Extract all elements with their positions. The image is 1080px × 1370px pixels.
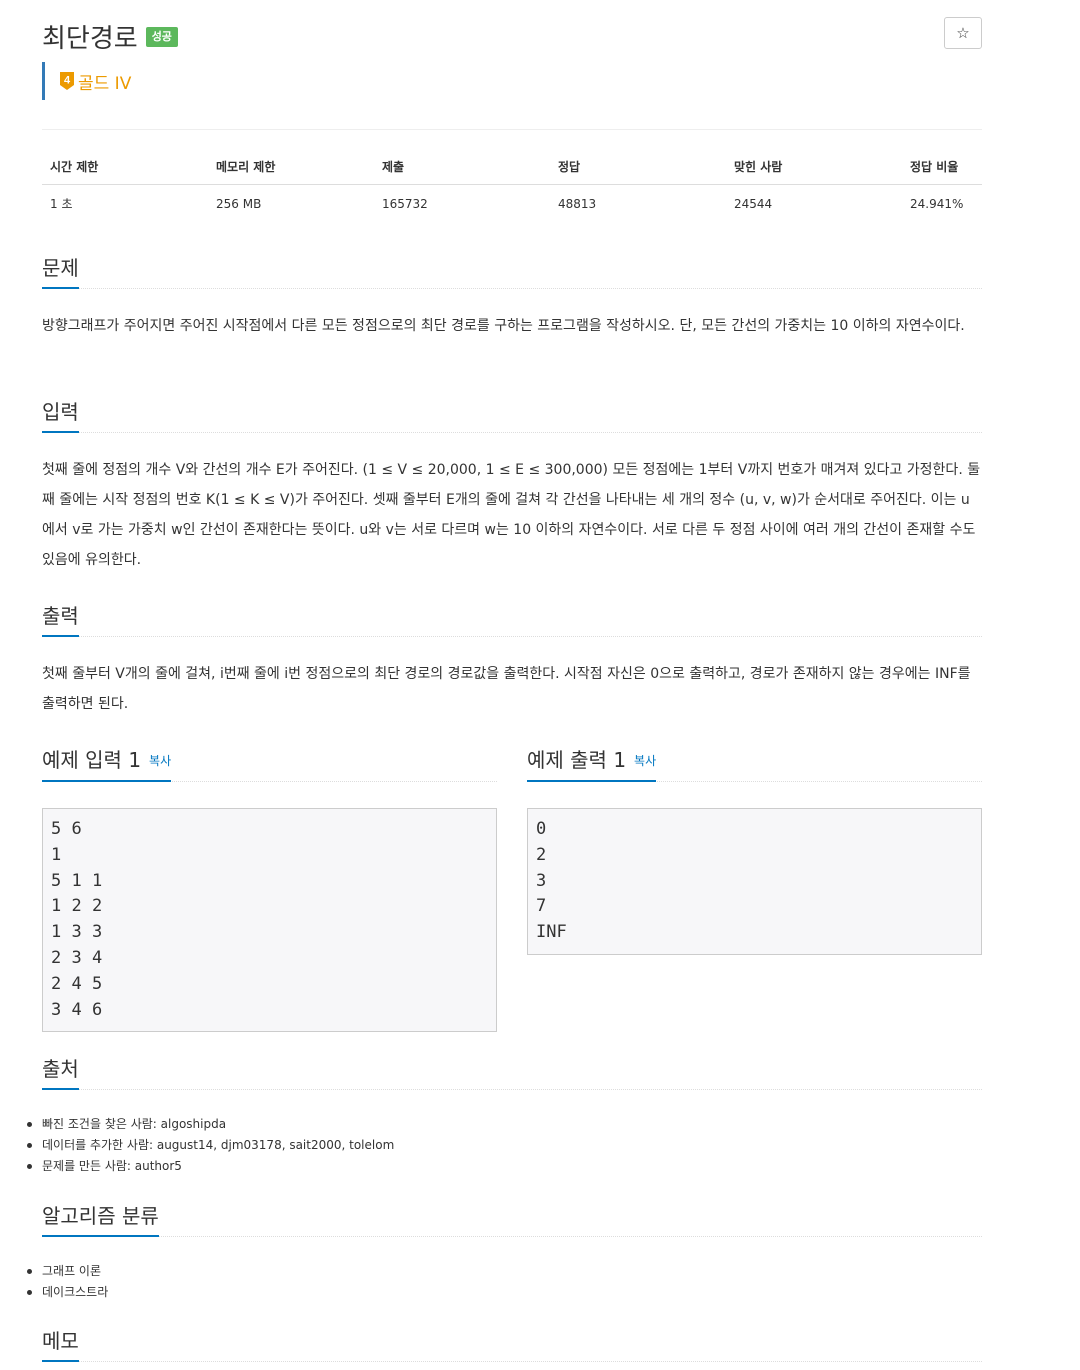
stats-header: 시간 제한 [42, 150, 208, 185]
tier-badge-icon: 4 [59, 71, 75, 91]
tier-indicator[interactable]: 4 골드 IV [42, 62, 131, 100]
algorithm-tags-section: 알고리즘 분류 그래프 이론 데이크스트라 [27, 1198, 982, 1303]
status-badge: 성공 [145, 26, 178, 47]
svg-text:4: 4 [64, 75, 71, 87]
stats-header: 정답 [550, 150, 726, 185]
section-header: 출처 [42, 1051, 982, 1090]
section-header: 출력 [42, 598, 982, 637]
source-section: 출처 빠진 조건을 찾은 사람: algoshipda 데이터를 추가한 사람:… [27, 1051, 982, 1177]
section-heading: 문제 [42, 254, 79, 289]
problem-description: 방향그래프가 주어지면 주어진 시작점에서 다른 모든 정점으로의 최단 경로를… [42, 318, 965, 334]
star-icon: ☆ [956, 24, 970, 42]
sample-output-box: 0 2 3 7 INF [527, 808, 982, 955]
tier-label: 골드 IV [78, 73, 132, 94]
problem-title: 최단경로 [42, 24, 138, 54]
stats-header: 메모리 제한 [208, 150, 374, 185]
section-heading: 출처 [42, 1055, 79, 1090]
section-header: 알고리즘 분류 [42, 1198, 982, 1237]
tag-link[interactable]: 데이크스트라 [27, 1282, 982, 1303]
section-header: 예제 입력 1 복사 [42, 743, 497, 782]
sample-input-section: 예제 입력 1 복사 5 6 1 5 1 1 1 2 2 1 3 3 2 3 4 … [42, 743, 497, 1033]
stats-header: 정답 비율 [902, 150, 982, 185]
input-description: 첫째 줄에 정점의 개수 V와 간선의 개수 E가 주어진다. (1 ≤ V ≤… [42, 462, 981, 568]
sample-input-heading: 예제 입력 1 [42, 747, 142, 772]
stats-cell: 48813 [558, 196, 597, 211]
output-section: 출력 첫째 줄부터 V개의 줄에 걸쳐, i번째 줄에 i번 정점으로의 최단 … [42, 598, 982, 719]
list-item: 빠진 조건을 찾은 사람: algoshipda [27, 1114, 982, 1135]
section-header: 입력 [42, 394, 982, 433]
stats-cell[interactable]: 165732 [374, 185, 550, 223]
section-header: 예제 출력 1 복사 [527, 743, 982, 782]
list-item: 문제를 만든 사람: author5 [27, 1156, 982, 1177]
copy-sample-input-link[interactable]: 복사 [149, 754, 171, 768]
section-header: 문제 [42, 250, 982, 289]
stats-header: 맞힌 사람 [726, 150, 902, 185]
description-section: 문제 방향그래프가 주어지면 주어진 시작점에서 다른 모든 정점으로의 최단 … [42, 250, 982, 341]
stats-cell: 24544 [734, 196, 773, 211]
tag-list: 그래프 이론 데이크스트라 [27, 1261, 982, 1303]
stats-cell: 24.941% [910, 196, 964, 211]
section-heading: 입력 [42, 398, 79, 433]
stats-cell: 256 MB [216, 196, 262, 211]
list-item: 데이터를 추가한 사람: august14, djm03178, sait200… [27, 1135, 982, 1156]
section-heading: 예제 출력 1 복사 [527, 746, 657, 782]
section-heading: 알고리즘 분류 [42, 1202, 159, 1237]
copy-sample-output-link[interactable]: 복사 [634, 754, 656, 768]
section-heading: 출력 [42, 602, 79, 637]
divider [42, 129, 982, 130]
section-heading: 메모 [42, 1327, 79, 1362]
stats-header: 제출 [374, 150, 550, 185]
problem-stats-table: 시간 제한 메모리 제한 제출 정답 맞힌 사람 정답 비율 1 초 256 M… [42, 150, 982, 222]
output-description: 첫째 줄부터 V개의 줄에 걸쳐, i번째 줄에 i번 정점으로의 최단 경로의… [42, 666, 971, 712]
input-section: 입력 첫째 줄에 정점의 개수 V와 간선의 개수 E가 주어진다. (1 ≤ … [42, 394, 982, 575]
sample-input-box: 5 6 1 5 1 1 1 2 2 1 3 3 2 3 4 2 4 5 3 4 … [42, 808, 497, 1033]
tag-link[interactable]: 그래프 이론 [27, 1261, 982, 1282]
stats-cell: 1 초 [50, 197, 73, 211]
title-row: 최단경로 성공 [42, 18, 178, 55]
memo-section: 메모 [42, 1323, 982, 1362]
source-list: 빠진 조건을 찾은 사람: algoshipda 데이터를 추가한 사람: au… [27, 1114, 982, 1177]
section-header: 메모 [42, 1323, 982, 1362]
table-row: 1 초 256 MB 165732 48813 24544 24.941% [42, 185, 982, 223]
star-button[interactable]: ☆ [944, 17, 982, 49]
sample-output-section: 예제 출력 1 복사 0 2 3 7 INF [527, 743, 982, 955]
sample-output-heading: 예제 출력 1 [527, 747, 627, 772]
section-heading: 예제 입력 1 복사 [42, 746, 172, 782]
